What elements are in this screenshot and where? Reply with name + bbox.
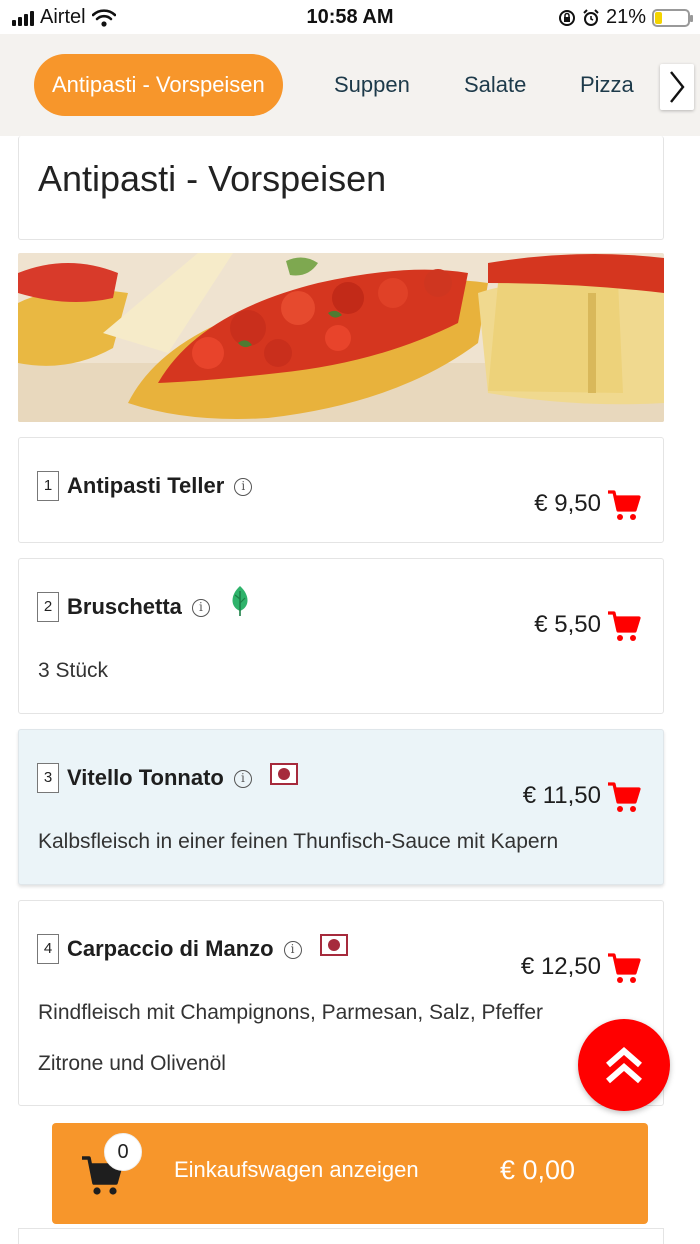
cart-count-badge: 0	[104, 1133, 142, 1171]
section-heading-card: Antipasti - Vorspeisen	[18, 136, 664, 240]
tab-scroll-right-button[interactable]	[660, 64, 694, 110]
item-description: 3 Stück	[38, 659, 109, 682]
menu-item-header: 3 Vitello Tonnato i	[37, 763, 298, 793]
item-name: Antipasti Teller	[67, 473, 225, 498]
category-tab-bar: Antipasti - Vorspeisen Suppen Salate Piz…	[0, 34, 700, 136]
item-number: 2	[37, 592, 59, 622]
info-icon[interactable]: i	[234, 478, 253, 496]
item-name: Vitello Tonnato	[67, 765, 224, 790]
battery-icon	[652, 8, 693, 27]
orientation-lock-icon	[558, 9, 575, 26]
alarm-icon	[583, 8, 599, 26]
section-title: Antipasti - Vorspeisen	[38, 158, 387, 199]
chevron-right-icon	[670, 71, 685, 103]
status-right: 21%	[558, 6, 693, 29]
item-description: Kalbsfleisch in einer feinen Thunfisch-S…	[38, 830, 559, 853]
status-bar: Airtel 10:58 AM 21%	[0, 0, 700, 34]
view-cart-button[interactable]: Einkaufswagen anzeigen € 0,00	[52, 1123, 648, 1224]
meat-icon	[269, 763, 298, 785]
item-price: € 12,50	[520, 953, 601, 980]
menu-item-header: 4 Carpaccio di Manzo i	[37, 934, 348, 964]
menu-item-card[interactable]: 2 Bruschetta i € 5,50 3 Stück	[18, 558, 664, 714]
add-to-cart-icon[interactable]	[607, 488, 641, 522]
battery-percent: 21%	[605, 6, 646, 28]
item-description: Rindfleisch mit Champignons, Parmesan, S…	[38, 1001, 544, 1024]
item-name: Bruschetta	[67, 594, 182, 619]
view-cart-label: Einkaufswagen anzeigen	[174, 1157, 419, 1182]
add-to-cart-icon[interactable]	[607, 609, 641, 643]
item-price: € 11,50	[522, 782, 601, 809]
vegetarian-leaf-icon	[232, 586, 248, 616]
menu-item-header: 2 Bruschetta i	[37, 586, 252, 622]
item-price: € 5,50	[534, 611, 601, 638]
info-icon[interactable]: i	[233, 770, 252, 788]
section-hero-image	[18, 253, 664, 422]
item-description: Zitrone und Olivenöl	[38, 1052, 226, 1075]
tab-antipasti[interactable]: Antipasti - Vorspeisen	[34, 54, 283, 116]
info-icon[interactable]: i	[283, 941, 302, 959]
item-name: Carpaccio di Manzo	[67, 936, 274, 961]
bruschetta-photo	[18, 253, 664, 422]
cart-total: € 0,00	[500, 1155, 576, 1185]
info-icon[interactable]: i	[191, 599, 210, 617]
item-number: 1	[37, 471, 59, 501]
item-price: € 9,50	[534, 490, 601, 517]
add-to-cart-icon[interactable]	[607, 780, 641, 814]
item-number: 3	[37, 763, 59, 793]
next-card-edge	[18, 1228, 664, 1244]
tab-pizza[interactable]: Pizza	[580, 54, 634, 116]
add-to-cart-icon[interactable]	[607, 951, 641, 985]
menu-item-header: 1 Antipasti Teller i	[37, 471, 253, 501]
menu-item-card[interactable]: 4 Carpaccio di Manzo i € 12,50 Rindfleis…	[18, 900, 664, 1106]
double-chevron-up-icon	[606, 1047, 642, 1084]
menu-item-card[interactable]: 1 Antipasti Teller i € 9,50	[18, 437, 664, 543]
scroll-to-top-button[interactable]	[578, 1019, 670, 1111]
tab-salate[interactable]: Salate	[464, 54, 526, 116]
item-number: 4	[37, 934, 59, 964]
meat-icon	[319, 934, 348, 956]
menu-item-card[interactable]: 3 Vitello Tonnato i € 11,50 Kalbsfleisch…	[18, 729, 664, 885]
battery-fill	[655, 11, 662, 24]
tab-suppen[interactable]: Suppen	[334, 54, 410, 116]
